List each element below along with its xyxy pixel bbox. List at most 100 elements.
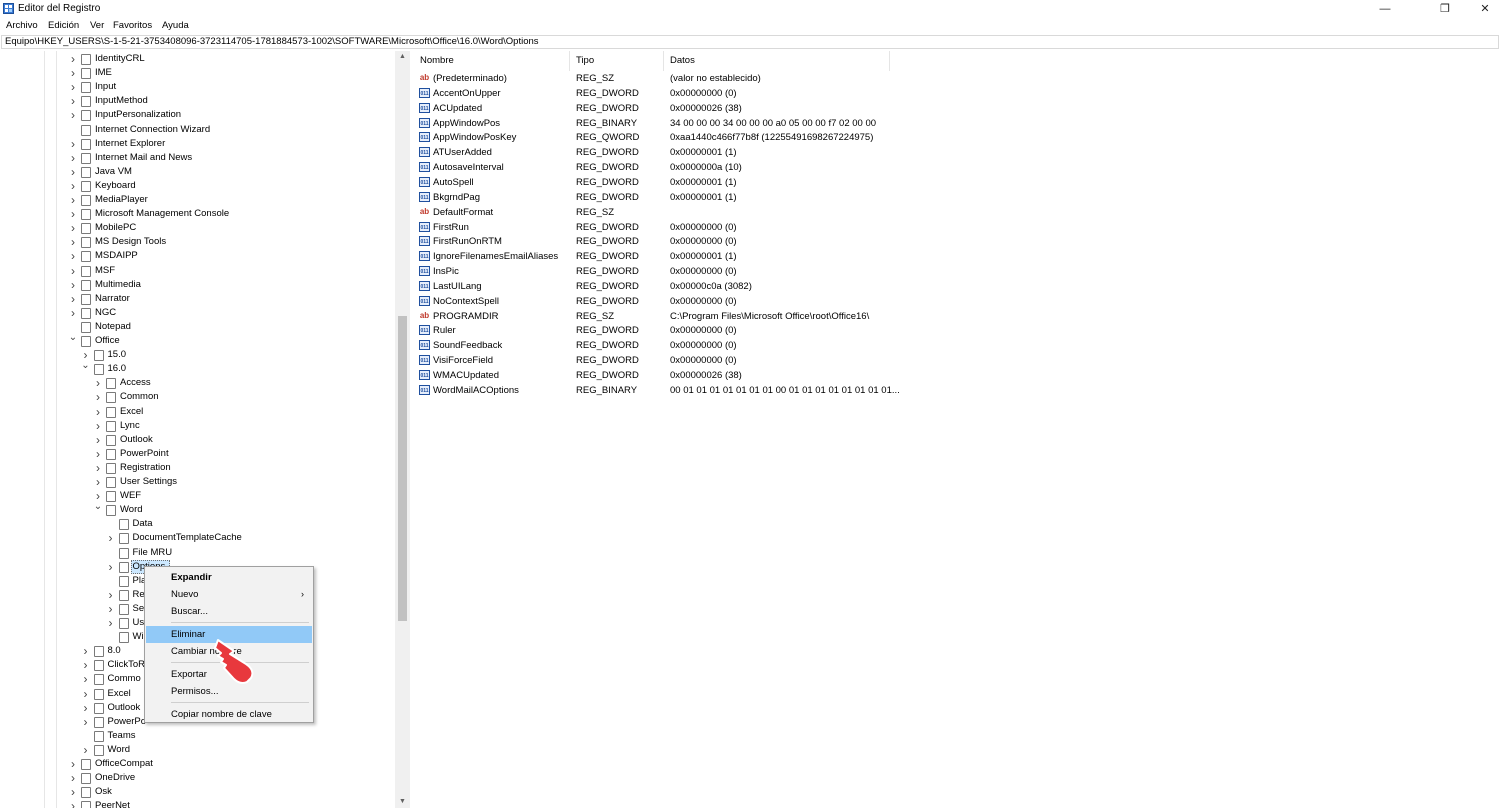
menu-favoritos[interactable]: Favoritos [113,20,152,31]
chevron-right-icon[interactable]: › [68,66,78,80]
menu-item-nuevo[interactable]: Nuevo › [146,586,312,603]
menu-archivo[interactable]: Archivo [6,20,38,31]
chevron-right-icon[interactable]: › [93,419,103,433]
menu-item-copiar-nombre-de-clave[interactable]: Copiar nombre de clave [146,706,312,723]
value-row[interactable]: 011 AutoSpell REG_DWORD 0x00000001 (1) [414,175,1500,190]
tree-item-input[interactable]: › Input [0,80,395,94]
chevron-right-icon[interactable]: › [68,771,78,785]
value-row[interactable]: 011 WMACUpdated REG_DWORD 0x00000026 (38) [414,368,1500,383]
minimize-button[interactable]: — [1362,0,1408,18]
value-row[interactable]: 011 ACUpdated REG_DWORD 0x00000026 (38) [414,101,1500,116]
tree-item-msf[interactable]: › MSF [0,264,395,278]
chevron-right-icon[interactable]: › [68,137,78,151]
tree-item-mobilepc[interactable]: › MobilePC [0,221,395,235]
tree-item-multimedia[interactable]: › Multimedia [0,278,395,292]
tree-scrollbar[interactable]: ▲ ▼ [395,51,410,808]
value-row[interactable]: 011 AccentOnUpper REG_DWORD 0x00000000 (0) [414,86,1500,101]
chevron-right-icon[interactable]: › [81,658,91,672]
tree-item-msdaipp[interactable]: › MSDAIPP [0,249,395,263]
scroll-up-arrow-icon[interactable]: ▲ [395,51,410,63]
chevron-right-icon[interactable]: › [68,306,78,320]
tree-item-notepad[interactable]: Notepad [0,320,395,334]
chevron-right-icon[interactable]: › [81,672,91,686]
chevron-right-icon[interactable]: › [106,560,116,574]
value-row[interactable]: ab PROGRAMDIR REG_SZ C:\Program Files\Micro… [414,309,1500,324]
column-header-nombre[interactable]: Nombre [414,51,570,71]
value-row[interactable]: 011 SoundFeedback REG_DWORD 0x00000000 (0) [414,338,1500,353]
tree-item-excel[interactable]: › Excel [0,405,395,419]
tree-item-16-0[interactable]: ⌄ 16.0 [0,361,395,376]
value-row[interactable]: 011 LastUILang REG_DWORD 0x00000c0a (3082) [414,279,1500,294]
chevron-right-icon[interactable]: › [81,701,91,715]
chevron-right-icon[interactable]: › [68,151,78,165]
menu-ayuda[interactable]: Ayuda [162,20,189,31]
tree-item-data[interactable]: Data [0,517,395,531]
chevron-down-icon[interactable]: ⌄ [93,502,103,517]
value-row[interactable]: 011 IgnoreFilenamesEmailAliases REG_DWORD 0… [414,249,1500,264]
tree-item-user-settings[interactable]: › User Settings [0,475,395,489]
chevron-right-icon[interactable]: › [68,799,78,808]
chevron-right-icon[interactable]: › [81,715,91,729]
chevron-right-icon[interactable]: › [68,94,78,108]
tree-item-peernet[interactable]: › PeerNet [0,799,395,808]
tree-item-word[interactable]: › Word [0,743,395,757]
tree-item-registration[interactable]: › Registration [0,461,395,475]
value-row[interactable]: 011 AppWindowPos REG_BINARY 34 00 00 00 34 … [414,116,1500,131]
value-row[interactable]: 011 VisiForceField REG_DWORD 0x00000000 (0) [414,353,1500,368]
menu-edicion[interactable]: Edición [48,20,79,31]
column-header-datos[interactable]: Datos [664,51,890,71]
tree-item-inputpersonalization[interactable]: › InputPersonalization [0,108,395,122]
menu-item-buscar[interactable]: Buscar... [146,603,312,620]
chevron-right-icon[interactable]: › [68,108,78,122]
chevron-right-icon[interactable]: › [68,292,78,306]
value-row[interactable]: 011 InsPic REG_DWORD 0x00000000 (0) [414,264,1500,279]
tree-item-onedrive[interactable]: › OneDrive [0,771,395,785]
chevron-right-icon[interactable]: › [68,221,78,235]
tree-item-15-0[interactable]: › 15.0 [0,348,395,362]
chevron-down-icon[interactable]: ⌄ [81,361,91,376]
value-row[interactable]: 011 BkgrndPag REG_DWORD 0x00000001 (1) [414,190,1500,205]
value-row[interactable]: 011 ATUserAdded REG_DWORD 0x00000001 (1) [414,145,1500,160]
tree-item-officecompat[interactable]: › OfficeCompat [0,757,395,771]
chevron-right-icon[interactable]: › [93,447,103,461]
chevron-right-icon[interactable]: › [81,644,91,658]
chevron-right-icon[interactable]: › [106,531,116,545]
tree-item-microsoft-management-console[interactable]: › Microsoft Management Console [0,207,395,221]
chevron-right-icon[interactable]: › [68,235,78,249]
chevron-right-icon[interactable]: › [68,80,78,94]
tree-item-ms-design-tools[interactable]: › MS Design Tools [0,235,395,249]
value-row[interactable]: 011 NoContextSpell REG_DWORD 0x00000000 (0) [414,294,1500,309]
values-list[interactable]: Nombre Tipo Datos ab (Predeterminado) REG_… [414,51,1500,808]
chevron-right-icon[interactable]: › [81,687,91,701]
tree-item-mediaplayer[interactable]: › MediaPlayer [0,193,395,207]
tree-item-java-vm[interactable]: › Java VM [0,165,395,179]
value-row[interactable]: ab (Predeterminado) REG_SZ (valor no establ… [414,71,1500,86]
value-row[interactable]: 011 FirstRunOnRTM REG_DWORD 0x00000000 (0) [414,234,1500,249]
tree-item-file-mru[interactable]: File MRU [0,546,395,560]
chevron-right-icon[interactable]: › [106,602,116,616]
tree-item-word[interactable]: ⌄ Word [0,502,395,517]
tree-item-inputmethod[interactable]: › InputMethod [0,94,395,108]
tree-item-outlook[interactable]: › Outlook [0,433,395,447]
tree-item-narrator[interactable]: › Narrator [0,292,395,306]
chevron-down-icon[interactable]: ⌄ [68,333,78,348]
value-row[interactable]: ab DefaultFormat REG_SZ [414,205,1500,220]
chevron-right-icon[interactable]: › [68,207,78,221]
tree-item-access[interactable]: › Access [0,376,395,390]
value-row[interactable]: 011 FirstRun REG_DWORD 0x00000000 (0) [414,220,1500,235]
chevron-right-icon[interactable]: › [93,390,103,404]
chevron-right-icon[interactable]: › [68,757,78,771]
menu-ver[interactable]: Ver [90,20,104,31]
chevron-right-icon[interactable]: › [68,52,78,66]
menu-item-expandir[interactable]: Expandir [146,569,312,586]
tree-item-common[interactable]: › Common [0,390,395,404]
tree-item-office[interactable]: ⌄ Office [0,333,395,348]
tree-item-osk[interactable]: › Osk [0,785,395,799]
column-header-tipo[interactable]: Tipo [570,51,664,71]
chevron-right-icon[interactable]: › [93,376,103,390]
close-button[interactable]: ✕ [1462,0,1500,18]
chevron-right-icon[interactable]: › [93,433,103,447]
chevron-right-icon[interactable]: › [68,278,78,292]
tree-item-internet-connection-wizard[interactable]: Internet Connection Wizard [0,123,395,137]
tree-item-internet-mail-and-news[interactable]: › Internet Mail and News [0,151,395,165]
